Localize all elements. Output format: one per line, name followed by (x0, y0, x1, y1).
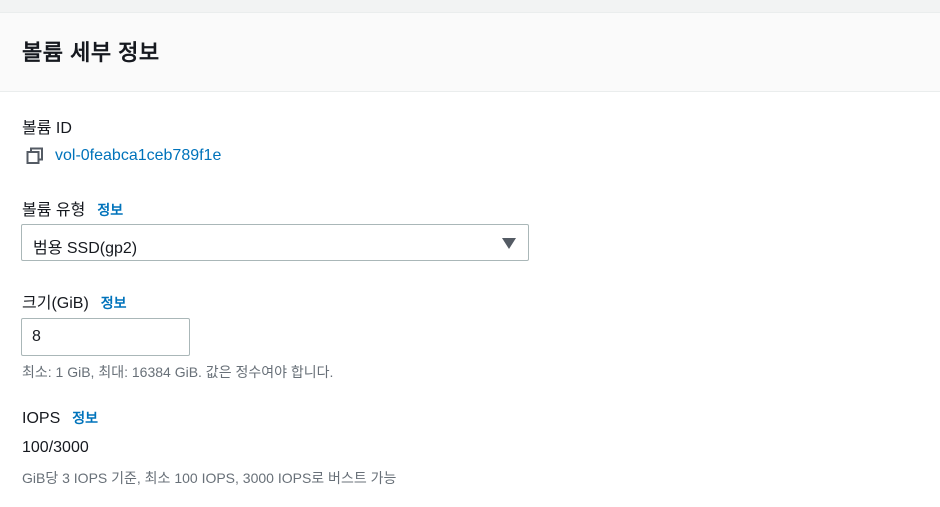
page-title: 볼륨 세부 정보 (22, 40, 160, 65)
size-label-text: 크기(GiB) (22, 295, 89, 312)
volume-type-selected-value: 범용 SSD(gp2) (33, 240, 138, 257)
size-label: 크기(GiB) 정보 (22, 289, 127, 313)
size-hint: 최소: 1 GiB, 최대: 16384 GiB. 값은 정수여야 합니다. (22, 364, 334, 380)
panel-header: 볼륨 세부 정보 (0, 13, 940, 92)
volume-type-select[interactable]: 범용 SSD(gp2) (21, 224, 529, 261)
size-info-link[interactable]: 정보 (101, 295, 127, 311)
iops-hint: GiB당 3 IOPS 기준, 최소 100 IOPS, 3000 IOPS로 … (22, 470, 397, 486)
iops-info-link[interactable]: 정보 (72, 410, 98, 426)
copy-icon[interactable] (26, 147, 44, 165)
caret-down-icon (502, 238, 516, 249)
iops-value: 100/3000 (22, 439, 89, 456)
volume-type-info-link[interactable]: 정보 (97, 202, 123, 218)
volume-type-label-text: 볼륨 유형 (22, 202, 86, 219)
volume-type-label: 볼륨 유형 정보 (22, 196, 123, 220)
size-input[interactable] (21, 318, 190, 356)
volume-id-row: vol-0feabca1ceb789f1e (26, 145, 221, 167)
volume-id-label: 볼륨 ID (22, 120, 72, 137)
iops-label: IOPS 정보 (22, 408, 98, 428)
top-strip (0, 0, 940, 13)
volume-id-link[interactable]: vol-0feabca1ceb789f1e (55, 147, 221, 165)
iops-label-text: IOPS (22, 410, 61, 427)
